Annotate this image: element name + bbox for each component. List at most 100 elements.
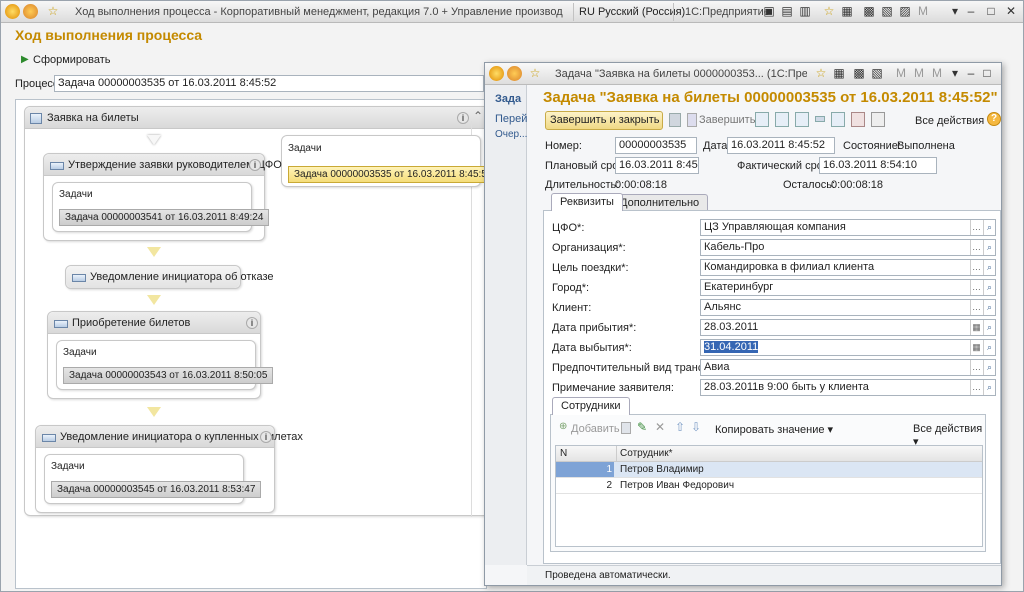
field-input[interactable]: Кабель-Про … ⌕ bbox=[700, 239, 996, 256]
number-field[interactable]: 00000003535 bbox=[615, 137, 697, 154]
field-input[interactable]: 31.04.2011 ▦ ⌕ bbox=[700, 339, 996, 356]
sidebar-item-goto[interactable]: Перей bbox=[495, 113, 527, 125]
report-icon[interactable] bbox=[755, 112, 769, 127]
copy-icon[interactable] bbox=[775, 112, 789, 127]
calendar-icon[interactable]: ▦ bbox=[970, 340, 982, 355]
field-input[interactable]: Екатеринбург … ⌕ bbox=[700, 279, 996, 296]
current-task-item[interactable]: Задача 00000003535 от 16.03.2011 8:45:52 bbox=[288, 166, 499, 183]
save-icon[interactable] bbox=[669, 113, 681, 127]
tab-employees[interactable]: Сотрудники bbox=[552, 397, 630, 415]
clipboard-icon[interactable]: ▨ bbox=[897, 4, 913, 19]
favorites-star-icon[interactable]: ☆ bbox=[45, 4, 61, 19]
dropdown-icon[interactable]: ▾ bbox=[947, 4, 963, 19]
field-input[interactable]: Альянс … ⌕ bbox=[700, 299, 996, 316]
actual-field[interactable]: 16.03.2011 8:54:10 bbox=[819, 157, 937, 174]
copy-value-button[interactable]: Копировать значение ▾ bbox=[715, 423, 833, 436]
print-icon[interactable] bbox=[871, 112, 885, 127]
info-icon[interactable]: i bbox=[249, 159, 261, 171]
search-icon[interactable]: ⌕ bbox=[983, 360, 995, 375]
select-button[interactable]: … bbox=[970, 260, 982, 275]
help-icon[interactable]: ? bbox=[987, 112, 1001, 126]
info-icon[interactable]: i bbox=[260, 431, 272, 443]
move-up-icon[interactable]: ⇧ bbox=[675, 420, 685, 434]
copy-row-icon[interactable] bbox=[621, 422, 631, 434]
field-input[interactable]: Авиа … ⌕ bbox=[700, 359, 996, 376]
search-icon[interactable]: ⌕ bbox=[983, 260, 995, 275]
app-logo-icon[interactable] bbox=[489, 66, 504, 81]
field-input[interactable]: Командировка в филиал клиента … ⌕ bbox=[700, 259, 996, 276]
calendar-icon[interactable]: ▧ bbox=[879, 4, 895, 19]
complete-button[interactable]: Завершить bbox=[699, 114, 755, 126]
search-icon[interactable]: ⌕ bbox=[983, 220, 995, 235]
search-icon[interactable]: ⌕ bbox=[983, 380, 995, 395]
select-button[interactable]: … bbox=[970, 380, 982, 395]
add-favorite-icon[interactable]: ☆ bbox=[821, 4, 837, 19]
info-icon[interactable]: i bbox=[246, 317, 258, 329]
structure-icon[interactable] bbox=[851, 112, 865, 127]
select-button[interactable]: … bbox=[970, 280, 982, 295]
tab-requisites[interactable]: Реквизиты bbox=[551, 193, 623, 211]
attach-icon[interactable] bbox=[831, 112, 845, 127]
close-icon[interactable]: ✕ bbox=[1003, 4, 1019, 19]
calendar-icon[interactable]: ▧ bbox=[869, 66, 885, 81]
app-logo-icon[interactable] bbox=[5, 4, 20, 19]
select-button[interactable]: … bbox=[970, 240, 982, 255]
date-field[interactable]: 16.03.2011 8:45:52 bbox=[727, 137, 835, 154]
memory-buttons[interactable]: M bbox=[915, 4, 931, 19]
table-row[interactable]: 2 Петров Иван Федорович bbox=[556, 478, 982, 494]
all-actions-button[interactable]: Все действия ▾ bbox=[915, 114, 993, 127]
add-favorite-icon[interactable]: ☆ bbox=[813, 66, 829, 81]
print-icon[interactable]: ▤ bbox=[779, 4, 795, 19]
menu-icon[interactable] bbox=[23, 4, 38, 19]
save-icon[interactable]: ▣ bbox=[761, 4, 777, 19]
dropdown-icon[interactable]: ▾ bbox=[947, 66, 963, 81]
complete-close-button[interactable]: Завершить и закрыть bbox=[545, 111, 663, 130]
delete-icon[interactable]: ✕ bbox=[655, 420, 665, 434]
field-input[interactable]: ЦЗ Управляющая компания … ⌕ bbox=[700, 219, 996, 236]
language-indicator[interactable]: RU Русский (Россия) bbox=[579, 6, 685, 18]
memory-buttons[interactable]: M bbox=[893, 66, 909, 81]
generate-button[interactable]: Сформировать bbox=[33, 54, 111, 66]
select-button[interactable]: … bbox=[970, 300, 982, 315]
planned-field[interactable]: 16.03.2011 8:45:52 bbox=[615, 157, 699, 174]
maximize-icon[interactable]: □ bbox=[983, 4, 999, 19]
history-icon[interactable]: ▦ bbox=[839, 4, 855, 19]
preview-icon[interactable]: ▥ bbox=[797, 4, 813, 19]
col-n-header[interactable]: N bbox=[560, 448, 567, 459]
info-icon[interactable]: i bbox=[457, 112, 469, 124]
field-input[interactable]: 28.03.2011в 9:00 быть у клиента … ⌕ bbox=[700, 379, 996, 396]
col-employee-header[interactable]: Сотрудник* bbox=[620, 448, 672, 459]
dash-icon[interactable] bbox=[815, 116, 825, 122]
calculator-icon[interactable]: ▩ bbox=[851, 66, 867, 81]
search-icon[interactable]: ⌕ bbox=[983, 340, 995, 355]
select-button[interactable]: … bbox=[970, 220, 982, 235]
search-icon[interactable]: ⌕ bbox=[983, 280, 995, 295]
sidebar-item-task[interactable]: Зада bbox=[495, 93, 521, 105]
edit-icon[interactable]: ✎ bbox=[637, 420, 647, 434]
minimize-icon[interactable]: – bbox=[963, 66, 979, 81]
table-row[interactable]: 1 Петров Владимир bbox=[556, 462, 982, 478]
maximize-icon[interactable]: □ bbox=[979, 66, 995, 81]
task-item[interactable]: Задача 00000003545 от 16.03.2011 8:53:47 bbox=[51, 481, 262, 498]
task-item[interactable]: Задача 00000003543 от 16.03.2011 8:50:05 bbox=[63, 367, 274, 384]
move-down-icon[interactable]: ⇩ bbox=[691, 420, 701, 434]
history-icon[interactable]: ▦ bbox=[831, 66, 847, 81]
search-icon[interactable]: ⌕ bbox=[983, 300, 995, 315]
forward-icon[interactable] bbox=[795, 112, 809, 127]
add-employee-button[interactable]: Добавить bbox=[571, 423, 620, 435]
tab-additional[interactable]: Дополнительно bbox=[611, 194, 709, 211]
memory-plus-button[interactable]: M bbox=[911, 66, 927, 81]
search-icon[interactable]: ⌕ bbox=[983, 240, 995, 255]
select-button[interactable]: … bbox=[970, 360, 982, 375]
minimize-icon[interactable]: – bbox=[963, 4, 979, 19]
favorites-star-icon[interactable]: ☆ bbox=[527, 66, 543, 81]
search-icon[interactable]: ⌕ bbox=[983, 320, 995, 335]
process-field[interactable]: Задача 00000003535 от 16.03.2011 8:45:52 bbox=[54, 75, 484, 92]
task-item[interactable]: Задача 00000003541 от 16.03.2011 8:49:24 bbox=[59, 209, 270, 226]
memory-minus-button[interactable]: M bbox=[929, 66, 945, 81]
sidebar-item-queue[interactable]: Очер... bbox=[495, 129, 527, 140]
calendar-icon[interactable]: ▦ bbox=[970, 320, 982, 335]
calculator-icon[interactable]: ▩ bbox=[861, 4, 877, 19]
menu-icon[interactable] bbox=[507, 66, 522, 81]
field-input[interactable]: 28.03.2011 ▦ ⌕ bbox=[700, 319, 996, 336]
